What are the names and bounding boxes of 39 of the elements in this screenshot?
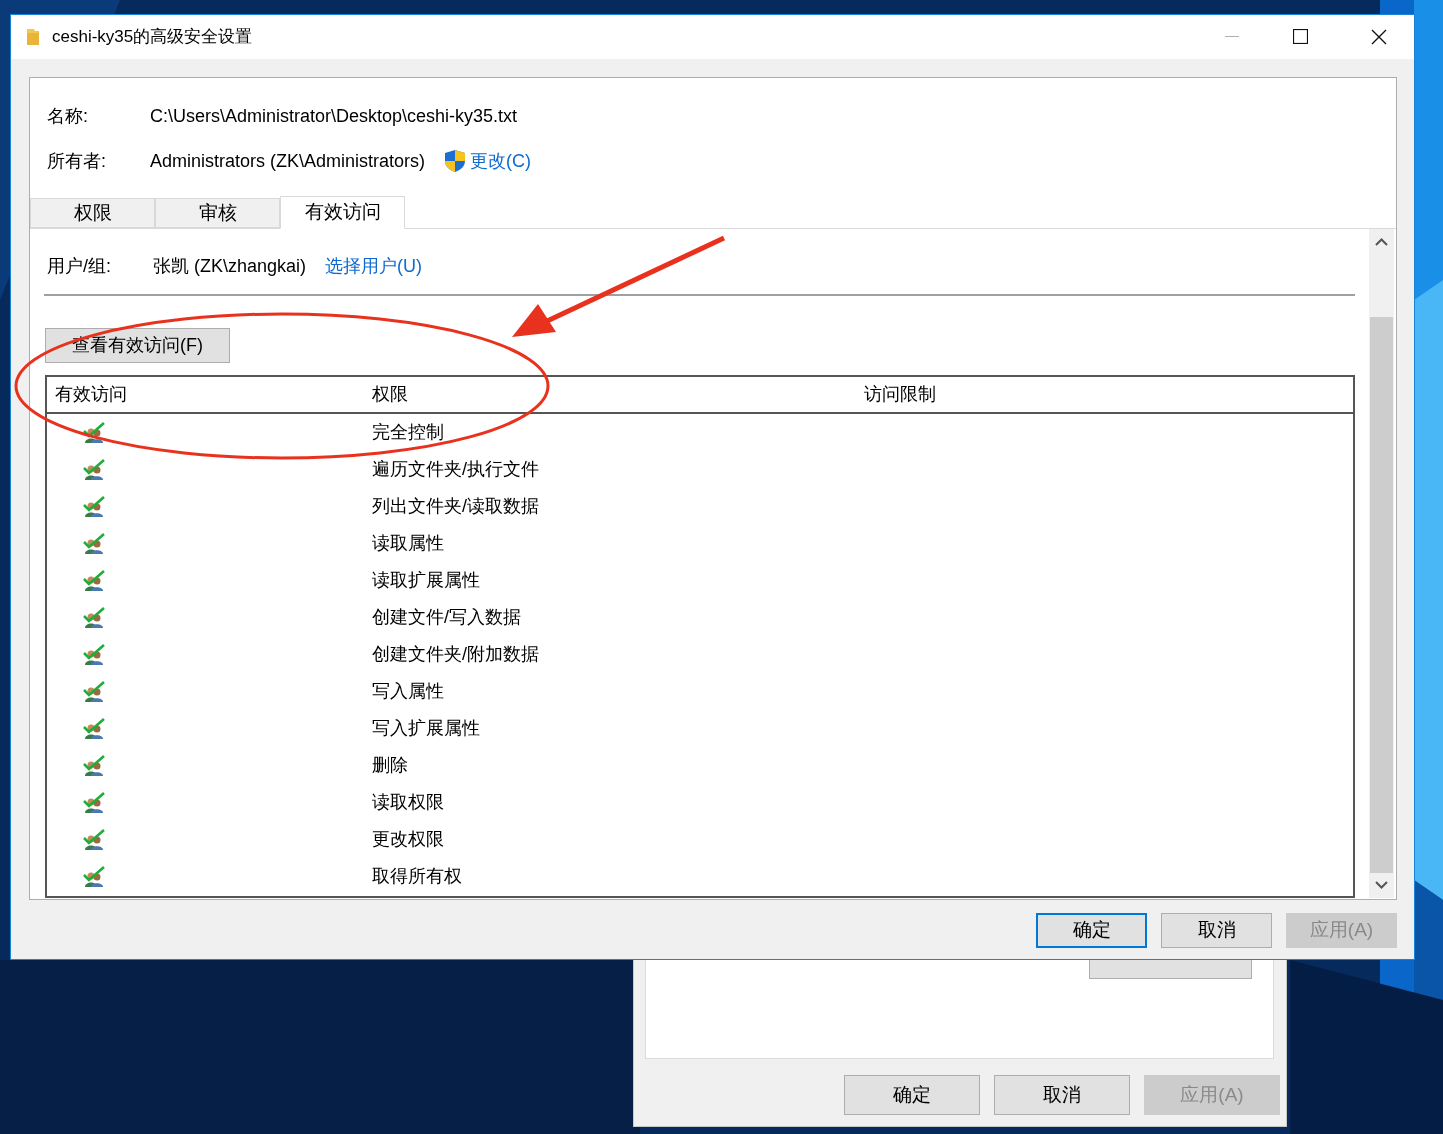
user-group-label: 用户/组:	[47, 254, 112, 278]
name-label: 名称:	[47, 104, 89, 128]
scroll-down-icon[interactable]	[1375, 881, 1388, 889]
permission-cell: 删除	[372, 755, 408, 775]
user-group-value: 张凯 (ZK\zhangkai)	[153, 254, 307, 278]
permission-cell: 取得所有权	[372, 866, 462, 886]
dialog-button[interactable]: 确定	[1036, 913, 1147, 948]
name-value: C:\Users\Administrator\Desktop\ceshi-ky35.txt	[150, 104, 518, 128]
column-header[interactable]: 权限	[372, 381, 408, 408]
folder-icon	[26, 28, 40, 46]
tab[interactable]: 审核	[155, 198, 280, 228]
owner-label: 所有者:	[47, 149, 107, 173]
permission-cell: 完全控制	[372, 422, 444, 442]
dialog-button[interactable]: 确定	[844, 1075, 980, 1115]
scroll-up-icon[interactable]	[1375, 238, 1388, 246]
permission-cell: 读取属性	[372, 533, 444, 553]
permission-cell: 创建文件夹/附加数据	[372, 644, 539, 664]
dialog-button[interactable]: 取消	[1161, 913, 1272, 948]
permission-cell: 读取扩展属性	[372, 570, 480, 590]
column-header[interactable]: 有效访问	[55, 381, 127, 408]
maximize-icon[interactable]	[1293, 29, 1308, 44]
owner-value: Administrators (ZK\Administrators)	[150, 149, 426, 173]
permission-cell: 写入扩展属性	[372, 718, 480, 738]
tab[interactable]: 权限	[30, 198, 155, 228]
dialog-button[interactable]: 取消	[994, 1075, 1130, 1115]
permission-cell: 读取权限	[372, 792, 444, 812]
change-link[interactable]: 更改(C)	[470, 147, 532, 175]
column-header[interactable]: 访问限制	[864, 381, 936, 408]
permission-cell: 创建文件/写入数据	[372, 607, 521, 627]
close-icon[interactable]	[1371, 29, 1387, 45]
permission-cell: 列出文件夹/读取数据	[372, 496, 539, 516]
shield-icon	[444, 149, 467, 173]
permission-cell: 写入属性	[372, 681, 444, 701]
select-user-link[interactable]: 选择用户(U)	[325, 252, 423, 280]
scrollbar-thumb[interactable]	[1370, 317, 1393, 873]
window-title: ceshi-ky35的高级安全设置	[52, 26, 253, 49]
tab[interactable]: 有效访问	[280, 196, 405, 229]
permission-cell: 更改权限	[372, 829, 444, 849]
permission-cell: 遍历文件夹/执行文件	[372, 459, 539, 479]
